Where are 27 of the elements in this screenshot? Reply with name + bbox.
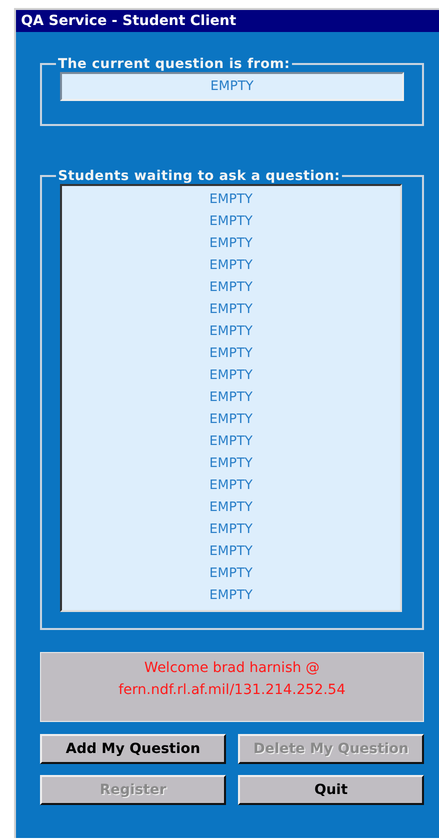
list-item[interactable]: EMPTY: [62, 233, 400, 255]
group-label: Students waiting to ask a question:: [57, 168, 342, 184]
current-question-field: EMPTY: [60, 72, 404, 101]
list-item[interactable]: EMPTY: [62, 255, 400, 277]
action-button[interactable]: Add My Question: [40, 734, 226, 764]
list-item[interactable]: EMPTY: [62, 387, 400, 409]
list-item[interactable]: EMPTY: [62, 431, 400, 453]
list-item[interactable]: EMPTY: [62, 189, 400, 211]
list-item[interactable]: EMPTY: [62, 541, 400, 563]
list-item[interactable]: EMPTY: [62, 211, 400, 233]
list-item[interactable]: EMPTY: [62, 497, 400, 519]
list-item[interactable]: EMPTY: [62, 365, 400, 387]
welcome-message: Welcome brad harnish @: [143, 659, 321, 678]
list-item[interactable]: EMPTY: [62, 519, 400, 541]
list-item[interactable]: EMPTY: [62, 585, 400, 607]
list-item[interactable]: EMPTY: [62, 409, 400, 431]
list-item[interactable]: EMPTY: [62, 277, 400, 299]
group-label: The current question is from:: [57, 56, 291, 72]
list-item[interactable]: EMPTY: [62, 475, 400, 497]
list-item[interactable]: EMPTY: [62, 343, 400, 365]
list-item[interactable]: EMPTY: [62, 299, 400, 321]
list-item[interactable]: EMPTY: [62, 321, 400, 343]
list-item[interactable]: EMPTY: [62, 453, 400, 475]
welcome-message: fern.ndf.rl.af.mil/131.214.252.54: [118, 681, 346, 700]
window-title: QA Service - Student Client: [16, 10, 439, 32]
list-item[interactable]: EMPTY: [62, 563, 400, 585]
action-button[interactable]: Quit: [238, 775, 424, 805]
